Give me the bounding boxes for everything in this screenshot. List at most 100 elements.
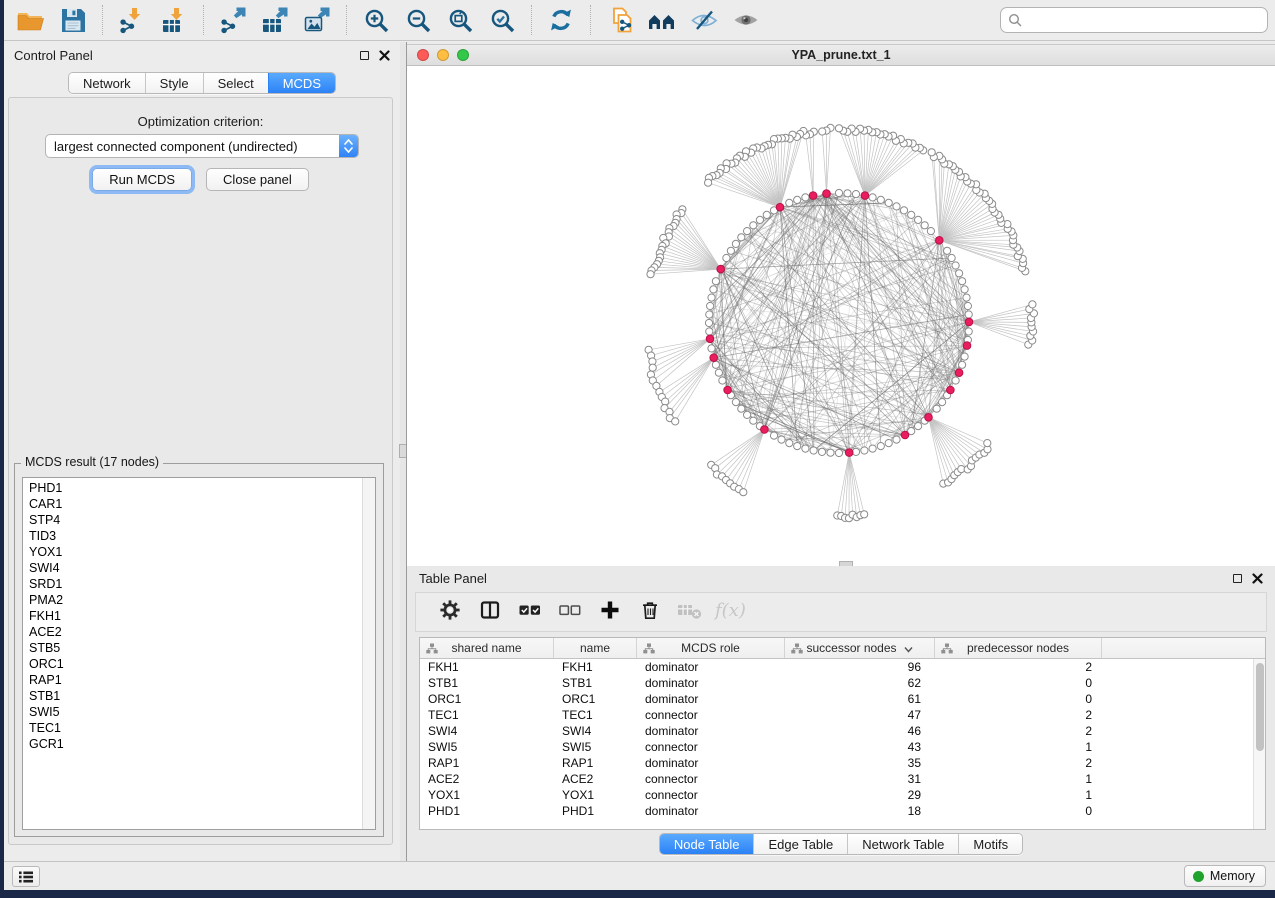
result-list-item[interactable]: CAR1 bbox=[23, 496, 362, 512]
apply-layout-button[interactable] bbox=[540, 2, 582, 38]
deselect-all-rows-button[interactable] bbox=[552, 595, 588, 629]
tab-network[interactable]: Network bbox=[69, 73, 145, 93]
toolbar-separator bbox=[346, 5, 347, 35]
table-scrollbar-thumb[interactable] bbox=[1256, 663, 1264, 751]
search-icon bbox=[1008, 13, 1022, 27]
network-canvas[interactable] bbox=[407, 66, 1275, 566]
export-table-button[interactable] bbox=[254, 2, 296, 38]
select-all-rows-button[interactable] bbox=[512, 595, 548, 629]
result-list-item[interactable]: ACE2 bbox=[23, 624, 362, 640]
shared-column-icon bbox=[426, 643, 438, 654]
network-window-titlebar[interactable]: YPA_prune.txt_1 bbox=[407, 44, 1275, 66]
import-table-button[interactable] bbox=[153, 2, 195, 38]
result-list-item[interactable]: ORC1 bbox=[23, 656, 362, 672]
save-session-button[interactable] bbox=[52, 2, 94, 38]
hide-selected-button[interactable] bbox=[683, 2, 725, 38]
table-panel-title: Table Panel bbox=[419, 571, 487, 586]
delete-column-button[interactable] bbox=[632, 595, 668, 629]
table-row-ACE2[interactable]: ACE2ACE2connector311 bbox=[420, 771, 1265, 787]
result-list-item[interactable]: SRD1 bbox=[23, 576, 362, 592]
column-settings-button[interactable] bbox=[432, 595, 468, 629]
clone-network-button[interactable] bbox=[599, 2, 641, 38]
cell-successor-nodes: 35 bbox=[785, 755, 935, 771]
table-row-RAP1[interactable]: RAP1RAP1dominator352 bbox=[420, 755, 1265, 771]
network-graph[interactable] bbox=[407, 66, 1275, 564]
first-neighbors-button[interactable] bbox=[641, 2, 683, 38]
optimization-criterion-select[interactable]: largest connected component (undirected) bbox=[45, 134, 359, 158]
table-tab-network-table[interactable]: Network Table bbox=[847, 834, 958, 854]
result-list-item[interactable]: FKH1 bbox=[23, 608, 362, 624]
close-panel-icon[interactable] bbox=[379, 50, 390, 61]
cell-predecessor-nodes: 1 bbox=[935, 739, 1102, 755]
cell-name: STB1 bbox=[554, 675, 637, 691]
table-scrollbar[interactable] bbox=[1253, 659, 1265, 829]
memory-button[interactable]: Memory bbox=[1184, 865, 1266, 887]
table-row-YOX1[interactable]: YOX1YOX1connector291 bbox=[420, 787, 1265, 803]
optimization-criterion-label: Optimization criterion: bbox=[9, 114, 392, 129]
table-row-ORC1[interactable]: ORC1ORC1dominator610 bbox=[420, 691, 1265, 707]
cell-name: FKH1 bbox=[554, 659, 637, 675]
import-table-icon bbox=[160, 6, 188, 34]
table-row-TEC1[interactable]: TEC1TEC1connector472 bbox=[420, 707, 1265, 723]
cell-successor-nodes: 18 bbox=[785, 803, 935, 819]
mcds-result-list[interactable]: PHD1CAR1STP4TID3YOX1SWI4SRD1PMA2FKH1ACE2… bbox=[22, 477, 376, 830]
result-list-item[interactable]: STB1 bbox=[23, 688, 362, 704]
column-header-predecessor-nodes[interactable]: predecessor nodes bbox=[935, 638, 1102, 658]
result-list-item[interactable]: SWI5 bbox=[23, 704, 362, 720]
cell-predecessor-nodes: 1 bbox=[935, 787, 1102, 803]
column-header-successor-nodes[interactable]: successor nodes bbox=[785, 638, 935, 658]
export-network-button[interactable] bbox=[212, 2, 254, 38]
result-list-item[interactable]: TID3 bbox=[23, 528, 362, 544]
run-mcds-button[interactable]: Run MCDS bbox=[92, 168, 192, 191]
result-list-item[interactable]: TEC1 bbox=[23, 720, 362, 736]
table-row-STB1[interactable]: STB1STB1dominator620 bbox=[420, 675, 1265, 691]
result-list-item[interactable]: STP4 bbox=[23, 512, 362, 528]
table-row-SWI5[interactable]: SWI5SWI5connector431 bbox=[420, 739, 1265, 755]
add-column-button[interactable] bbox=[592, 595, 628, 629]
float-panel-icon[interactable] bbox=[360, 51, 369, 60]
zoom-selected-button[interactable] bbox=[481, 2, 523, 38]
criterion-selected-value: largest connected component (undirected) bbox=[46, 139, 339, 154]
result-list-item[interactable]: YOX1 bbox=[23, 544, 362, 560]
table-tab-edge-table[interactable]: Edge Table bbox=[753, 834, 847, 854]
result-list-item[interactable]: RAP1 bbox=[23, 672, 362, 688]
cell-successor-nodes: 46 bbox=[785, 723, 935, 739]
result-list-item[interactable]: PMA2 bbox=[23, 592, 362, 608]
zoom-fit-button[interactable] bbox=[439, 2, 481, 38]
table-tab-motifs[interactable]: Motifs bbox=[958, 834, 1022, 854]
cell-MCDS-role: connector bbox=[637, 787, 785, 803]
zoom-in-button[interactable] bbox=[355, 2, 397, 38]
float-table-panel-icon[interactable] bbox=[1233, 574, 1242, 583]
result-list-item[interactable]: PHD1 bbox=[23, 480, 362, 496]
column-header-shared-name[interactable]: shared name bbox=[420, 638, 554, 658]
task-history-button[interactable] bbox=[12, 866, 40, 887]
tab-select[interactable]: Select bbox=[203, 73, 268, 93]
table-row-PHD1[interactable]: PHD1PHD1dominator180 bbox=[420, 803, 1265, 819]
table-row-SWI4[interactable]: SWI4SWI4dominator462 bbox=[420, 723, 1265, 739]
toolbar-separator bbox=[590, 5, 591, 35]
tab-style[interactable]: Style bbox=[145, 73, 203, 93]
result-list-item[interactable]: SWI4 bbox=[23, 560, 362, 576]
result-list-scrollbar[interactable] bbox=[362, 478, 375, 829]
tab-mcds[interactable]: MCDS bbox=[268, 73, 335, 93]
column-header-MCDS-role[interactable]: MCDS role bbox=[637, 638, 785, 658]
search-input[interactable] bbox=[1027, 13, 1267, 28]
column-header-name[interactable]: name bbox=[554, 638, 637, 658]
result-list-item[interactable]: STB5 bbox=[23, 640, 362, 656]
show-all-button[interactable] bbox=[725, 2, 767, 38]
close-table-panel-icon[interactable] bbox=[1252, 573, 1263, 584]
zoom-out-icon bbox=[405, 7, 432, 34]
zoom-out-button[interactable] bbox=[397, 2, 439, 38]
export-image-button[interactable] bbox=[296, 2, 338, 38]
export-table-icon bbox=[261, 6, 289, 34]
table-tab-node-table[interactable]: Node Table bbox=[660, 834, 754, 854]
import-network-button[interactable] bbox=[111, 2, 153, 38]
application-window: Control Panel NetworkStyleSelectMCDS Opt… bbox=[4, 0, 1275, 890]
open-file-button[interactable] bbox=[10, 2, 52, 38]
toggle-columns-button[interactable] bbox=[472, 595, 508, 629]
close-panel-button[interactable]: Close panel bbox=[206, 168, 309, 191]
table-row-FKH1[interactable]: FKH1FKH1dominator962 bbox=[420, 659, 1265, 675]
cell-successor-nodes: 43 bbox=[785, 739, 935, 755]
result-list-item[interactable]: GCR1 bbox=[23, 736, 362, 752]
toolbar-separator bbox=[203, 5, 204, 35]
